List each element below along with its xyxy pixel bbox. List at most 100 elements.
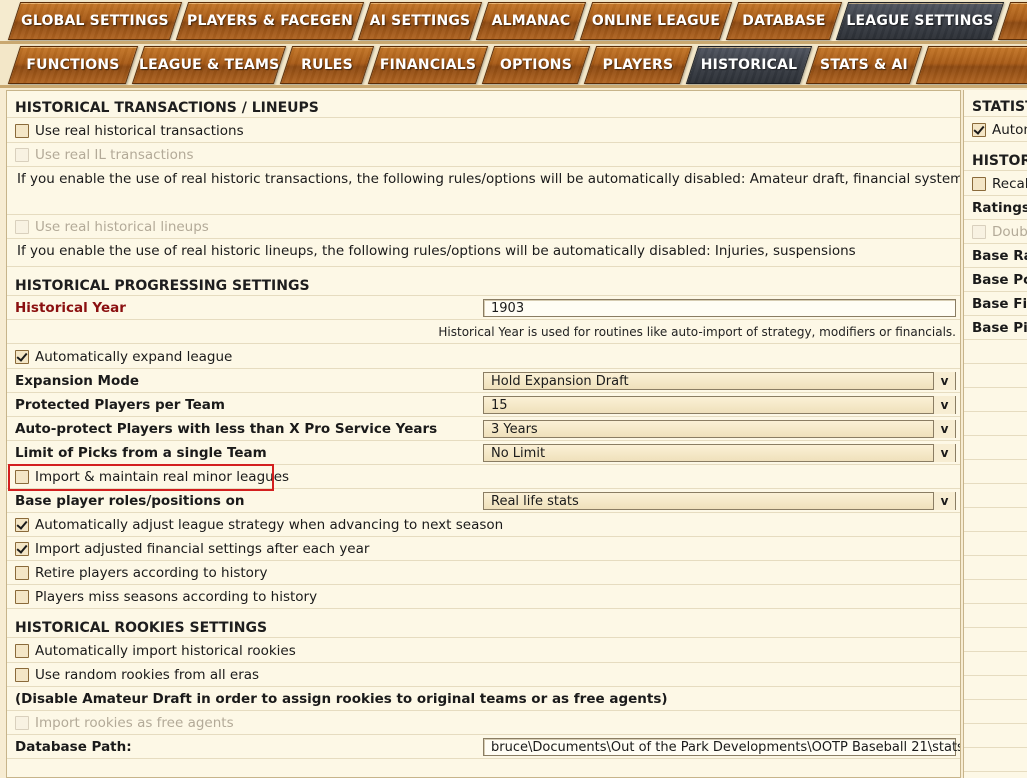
- checkbox-disabled: [15, 716, 29, 730]
- option-recalc[interactable]: Recalc: [964, 172, 1027, 196]
- limit-picks-select[interactable]: No Limit v: [483, 444, 956, 462]
- tab-league-teams[interactable]: LEAGUE & TEAMS: [131, 46, 287, 84]
- field-label: Ratings re: [972, 200, 1027, 216]
- field-label: Base Rati: [972, 248, 1027, 264]
- section-title: HISTORICAL TRANSACTIONS / LINEUPS: [15, 100, 319, 116]
- section-header-statistics: STATISTI: [964, 93, 1027, 117]
- checkbox-checked[interactable]: [15, 518, 29, 532]
- empty-row: [964, 412, 1027, 436]
- chevron-down-icon[interactable]: v: [933, 492, 955, 510]
- tab-stats-ai[interactable]: STATS & AI: [805, 46, 923, 84]
- note-transactions: If you enable the use of real historic t…: [7, 167, 960, 215]
- setting-base-fielding: Base Fiel: [964, 292, 1027, 316]
- checkbox[interactable]: [15, 566, 29, 580]
- tab-rules[interactable]: RULES: [279, 46, 375, 84]
- option-double: Doubl: [964, 220, 1027, 244]
- option-label: Recalc: [992, 176, 1027, 192]
- tab-options[interactable]: OPTIONS: [481, 46, 591, 84]
- tab-functions[interactable]: FUNCTIONS: [7, 46, 139, 84]
- option-label: Import adjusted financial settings after…: [35, 541, 370, 557]
- option-real-lineups: Use real historical lineups: [7, 215, 960, 239]
- empty-row: [964, 340, 1027, 364]
- tab-label: ONLINE LEAGUE: [591, 13, 721, 29]
- tab-historical[interactable]: HISTORICAL: [685, 46, 813, 84]
- empty-row: [964, 508, 1027, 532]
- tab-label: PLAYERS & FACEGEN: [187, 13, 353, 29]
- empty-row: [964, 652, 1027, 676]
- field-label: Limit of Picks from a single Team: [15, 445, 267, 461]
- tab-label: LEAGUE SETTINGS: [846, 13, 994, 29]
- chevron-down-icon[interactable]: v: [933, 444, 955, 462]
- option-real-transactions[interactable]: Use real historical transactions: [7, 119, 960, 143]
- option-autom[interactable]: Autom: [964, 118, 1027, 142]
- empty-row: [964, 556, 1027, 580]
- historical-settings-panel: HISTORICAL TRANSACTIONS / LINEUPS Use re…: [6, 90, 961, 778]
- expansion-mode-select[interactable]: Hold Expansion Draft v: [483, 372, 956, 390]
- tab-almanac[interactable]: ALMANAC: [475, 2, 587, 40]
- option-label: Use real IL transactions: [35, 147, 194, 163]
- section-title: HISTORICAL ROOKIES SETTINGS: [15, 620, 268, 636]
- option-auto-adjust-strategy[interactable]: Automatically adjust league strategy whe…: [7, 513, 960, 537]
- tab-label: PLAYERS: [602, 57, 674, 73]
- field-label: Historical Year: [15, 300, 126, 316]
- field-label: Protected Players per Team: [15, 397, 225, 413]
- checkbox-checked[interactable]: [15, 350, 29, 364]
- section-title: HISTORI: [972, 153, 1027, 169]
- setting-ratings: Ratings re: [964, 196, 1027, 220]
- checkbox[interactable]: [15, 124, 29, 138]
- empty-row: [964, 532, 1027, 556]
- note-text: (Disable Amateur Draft in order to assig…: [15, 691, 668, 707]
- setting-autoprotect: Auto-protect Players with less than X Pr…: [7, 417, 960, 441]
- chevron-down-icon[interactable]: v: [933, 420, 955, 438]
- tab-label: OPTIONS: [499, 57, 573, 73]
- checkbox[interactable]: [15, 470, 29, 484]
- empty-row: [964, 628, 1027, 652]
- checkbox[interactable]: [972, 177, 986, 191]
- historical-year-input[interactable]: 1903: [483, 299, 956, 317]
- option-retire-players[interactable]: Retire players according to history: [7, 561, 960, 585]
- tab-bar-divider: [0, 85, 1027, 88]
- checkbox[interactable]: [15, 668, 29, 682]
- option-import-minor-leagues[interactable]: Import & maintain real minor leagues: [7, 465, 960, 489]
- note-disable-amateur-draft: (Disable Amateur Draft in order to assig…: [7, 687, 960, 711]
- tab-database[interactable]: DATABASE: [725, 2, 843, 40]
- select-value: 3 Years: [491, 422, 538, 437]
- option-label: Retire players according to history: [35, 565, 268, 581]
- base-roles-select[interactable]: Real life stats v: [483, 492, 956, 510]
- tab-ai-settings[interactable]: AI SETTINGS: [357, 2, 483, 40]
- empty-row: [964, 364, 1027, 388]
- field-label: Base Fiel: [972, 296, 1027, 312]
- tab-label: AI SETTINGS: [369, 13, 471, 29]
- tab-league-settings[interactable]: LEAGUE SETTINGS: [835, 2, 1005, 40]
- chevron-down-icon[interactable]: v: [933, 396, 955, 414]
- autoprotect-select[interactable]: 3 Years v: [483, 420, 956, 438]
- tab-financials[interactable]: FINANCIALS: [367, 46, 489, 84]
- setting-historical-year: Historical Year 1903: [7, 296, 960, 320]
- note-text: If you enable the use of real historic t…: [17, 171, 961, 187]
- database-path-input[interactable]: bruce\Documents\Out of the Park Developm…: [483, 738, 960, 756]
- option-label: Automatically adjust league strategy whe…: [35, 517, 504, 533]
- checkbox[interactable]: [15, 644, 29, 658]
- checkbox-checked[interactable]: [15, 542, 29, 556]
- tab-label: FINANCIALS: [379, 57, 477, 73]
- option-auto-import-rookies[interactable]: Automatically import historical rookies: [7, 639, 960, 663]
- checkbox-checked[interactable]: [972, 123, 986, 137]
- tab-global-settings[interactable]: GLOBAL SETTINGS: [7, 2, 183, 40]
- setting-base-ratings: Base Rati: [964, 244, 1027, 268]
- option-import-financial[interactable]: Import adjusted financial settings after…: [7, 537, 960, 561]
- checkbox[interactable]: [15, 590, 29, 604]
- tab-online-league[interactable]: ONLINE LEAGUE: [579, 2, 733, 40]
- empty-row: [964, 700, 1027, 724]
- tab-players-facegen[interactable]: PLAYERS & FACEGEN: [175, 2, 365, 40]
- empty-row: [964, 748, 1027, 772]
- empty-row: [964, 604, 1027, 628]
- option-random-rookies[interactable]: Use random rookies from all eras: [7, 663, 960, 687]
- chevron-down-icon[interactable]: v: [933, 372, 955, 390]
- section-header-rookies: HISTORICAL ROOKIES SETTINGS: [7, 614, 960, 638]
- protected-players-select[interactable]: 15 v: [483, 396, 956, 414]
- setting-expansion-mode: Expansion Mode Hold Expansion Draft v: [7, 369, 960, 393]
- option-miss-seasons[interactable]: Players miss seasons according to histor…: [7, 585, 960, 609]
- tab-label: LEAGUE & TEAMS: [139, 57, 280, 73]
- tab-players[interactable]: PLAYERS: [583, 46, 693, 84]
- option-auto-expand[interactable]: Automatically expand league: [7, 345, 960, 369]
